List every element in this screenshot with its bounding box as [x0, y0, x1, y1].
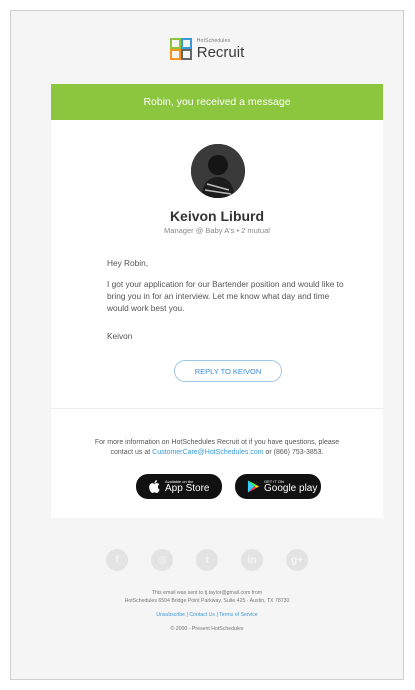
apple-icon [149, 480, 160, 493]
app-store-button[interactable]: Available on the App Store [136, 474, 222, 499]
logo-big-text: Recruit [196, 43, 245, 61]
logo-small-text: HotSchedules [196, 37, 231, 44]
instagram-icon[interactable]: ◎ [151, 549, 173, 571]
terms-of-service-link[interactable]: Terms of Service [219, 612, 258, 618]
contact-info: For more information on HotSchedules Rec… [79, 438, 355, 458]
twitter-icon[interactable]: t [196, 549, 218, 571]
linkedin-icon[interactable]: in [241, 549, 263, 571]
message-card: Keivon Liburd Manager @ Baby A's • 2 mut… [51, 120, 383, 518]
footer-address: HotSchedules 6504 Bridge Point Parkway, … [124, 598, 290, 604]
contact-info-line1: For more information on HotSchedules Rec… [94, 439, 340, 446]
sender-role: Manager @ Baby A's • 2 mutual [164, 226, 270, 235]
footer-link-separator: | [186, 612, 188, 618]
customer-care-email-link[interactable]: CustomerCare@HotSchedules.com [152, 449, 263, 456]
avatar-photo [191, 144, 245, 198]
facebook-icon[interactable]: f [106, 549, 128, 571]
app-store-big-text: App Store [165, 482, 210, 494]
reply-button[interactable]: REPLY TO KEIVON [174, 360, 282, 382]
contact-us-link[interactable]: Contact Us [189, 612, 215, 618]
footer-copyright: © 2000 - Present HotSchedules [170, 626, 244, 632]
footer-link-separator: | [216, 612, 218, 618]
banner-text: Robin, you received a message [143, 96, 291, 108]
google-play-icon [247, 480, 260, 493]
contact-info-suffix: or (866) 753-3853. [265, 449, 324, 456]
footer-sent-to: This email was sent to tj.taylor@gmail.c… [151, 590, 263, 596]
hotschedules-recruit-logo: HotSchedules Recruit [11, 38, 403, 60]
message-body: I got your application for our Bartender… [107, 279, 344, 313]
google-play-button[interactable]: GET IT ON Google play [235, 474, 321, 499]
recruit-logo-icon [169, 38, 192, 60]
contact-info-line2: contact us at CustomerCare@HotSchedules.… [79, 448, 355, 458]
message-greeting: Hey Robin, [107, 258, 149, 268]
message-banner: Robin, you received a message [51, 84, 383, 120]
reply-button-label: REPLY TO KEIVON [194, 366, 262, 376]
google-play-big-text: Google play [264, 482, 318, 494]
unsubscribe-link[interactable]: Unsubscribe [156, 612, 185, 618]
email-frame: HotSchedules Recruit Robin, you received… [10, 10, 404, 680]
footer-links: Unsubscribe | Contact Us | Terms of Serv… [11, 611, 403, 619]
divider [51, 408, 383, 409]
message-signature: Keivon [107, 331, 133, 341]
avatar [191, 144, 245, 198]
google-plus-icon[interactable]: g+ [286, 549, 308, 571]
sender-name: Keivon Liburd [169, 208, 265, 224]
contact-info-prefix: contact us at [110, 449, 151, 456]
social-links: f ◎ t in g+ [11, 549, 403, 571]
